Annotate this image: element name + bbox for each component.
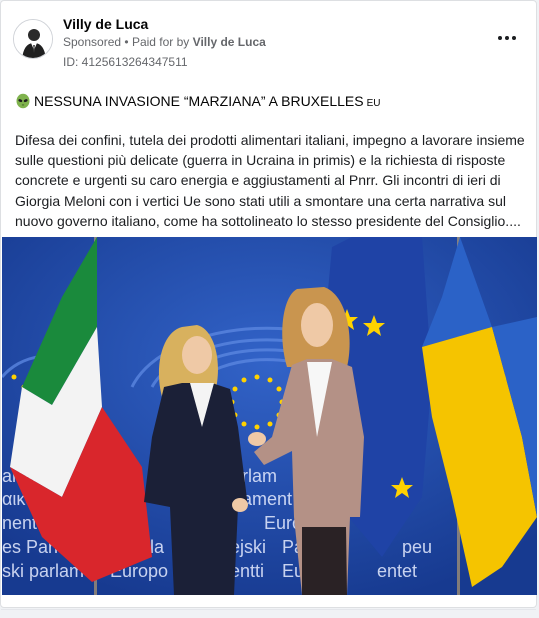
paid-for-name[interactable]: Villy de Luca (193, 35, 266, 49)
avatar[interactable] (13, 19, 53, 59)
more-options-button[interactable] (494, 29, 520, 47)
sponsored-meta: Sponsored • Paid for by Villy de Luca (63, 35, 266, 49)
card-bottom-divider (1, 609, 536, 610)
more-options-icon-dot (505, 36, 509, 40)
post-header: Villy de Luca Sponsored • Paid for by Vi… (13, 15, 524, 75)
backdrop-word: ament (242, 489, 292, 509)
ad-id: ID: 4125613264347511 (63, 55, 188, 69)
paid-for-prefix: Paid for by (131, 35, 190, 49)
meeting-photo: arlar αικό nento es Parle ski parlame ar… (2, 237, 537, 595)
backdrop-word: peu (402, 537, 432, 557)
more-options-icon (498, 36, 502, 40)
alien-icon (16, 93, 30, 109)
backdrop-word: entet (377, 561, 417, 581)
headline-text: NESSUNA INVASIONE “MARZIANA” A BRUXELLES (34, 93, 364, 109)
sponsored-label[interactable]: Sponsored (63, 35, 121, 49)
eu-flag-emoji: EU (366, 98, 381, 109)
sponsored-post-card: Villy de Luca Sponsored • Paid for by Vi… (0, 0, 537, 610)
post-image[interactable]: arlar αικό nento es Parle ski parlame ar… (2, 237, 537, 595)
post-headline: NESSUNA INVASIONE “MARZIANA” A BRUXELLES… (15, 93, 522, 109)
more-options-icon-dot (512, 36, 516, 40)
profile-photo (14, 20, 52, 58)
meta-separator: • (124, 35, 129, 49)
page-name[interactable]: Villy de Luca (63, 16, 148, 32)
post-body-text[interactable]: Difesa dei confini, tutela dei prodotti … (15, 130, 529, 231)
